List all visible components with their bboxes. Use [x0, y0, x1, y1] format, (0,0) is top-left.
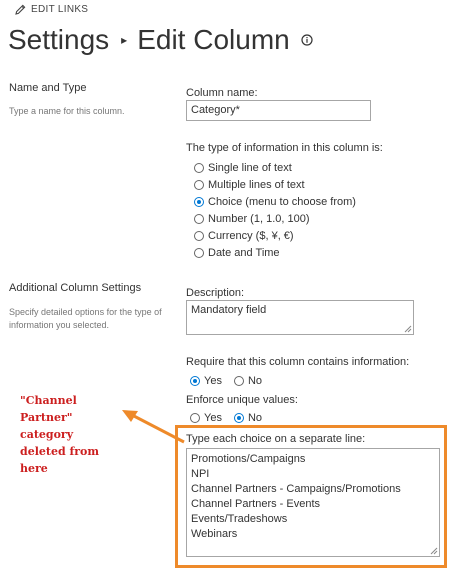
type-option-label: Date and Time [208, 246, 280, 259]
unique-yes-radio[interactable] [190, 413, 200, 423]
type-option-label: Multiple lines of text [208, 178, 305, 191]
breadcrumb-root[interactable]: Settings [8, 24, 109, 56]
resize-grip-icon[interactable] [404, 325, 412, 333]
require-no-radio[interactable] [233, 376, 244, 386]
pencil-icon [15, 4, 26, 15]
type-option-choice[interactable]: Choice (menu to choose from) [194, 193, 356, 210]
type-option-single-line[interactable]: Single line of text [194, 159, 356, 176]
edit-links-label: EDIT LINKS [31, 4, 89, 15]
annotation-line: deleted from [20, 445, 99, 458]
type-option-number[interactable]: Number (1, 1.0, 100) [194, 210, 356, 227]
type-radio-choice[interactable] [194, 196, 204, 207]
column-name-label: Column name: [186, 87, 258, 99]
edit-links-button[interactable]: EDIT LINKS [15, 4, 88, 15]
unique-yes-option[interactable]: Yes [190, 412, 222, 424]
unique-yes-label: Yes [204, 412, 222, 424]
additional-settings-desc-line1: Specify detailed options for the type of [9, 307, 162, 317]
type-radio-number[interactable] [194, 213, 204, 224]
annotation-highlight-box [175, 425, 447, 568]
type-option-multiple-lines[interactable]: Multiple lines of text [194, 176, 356, 193]
require-no-option[interactable]: No [233, 375, 263, 387]
require-options: Yes No [190, 375, 274, 387]
annotation-line: here [20, 462, 48, 475]
type-option-label: Choice (menu to choose from) [208, 195, 356, 208]
breadcrumb-current: Edit Column [137, 24, 290, 55]
name-and-type-title: Name and Type [9, 82, 87, 94]
name-and-type-desc: Type a name for this column. [9, 106, 125, 116]
column-name-input[interactable]: Category* [186, 100, 371, 121]
type-option-label: Currency ($, ¥, €) [208, 229, 294, 242]
annotation-line: Partner" [20, 411, 73, 424]
unique-no-radio[interactable] [233, 413, 244, 423]
column-type-label: The type of information in this column i… [186, 142, 383, 154]
additional-settings-title: Additional Column Settings [9, 282, 142, 294]
type-option-currency[interactable]: Currency ($, ¥, €) [194, 227, 356, 244]
description-value: Mandatory field [191, 304, 267, 316]
type-option-label: Single line of text [208, 161, 292, 174]
unique-no-label: No [247, 412, 263, 424]
page-title: Settings ▸ Edit Column [8, 24, 313, 56]
edit-column-page: EDIT LINKS Settings ▸ Edit Column Name a… [0, 0, 450, 571]
type-radio-single-line[interactable] [194, 162, 204, 173]
description-label: Description: [186, 287, 245, 299]
annotation-arrow-icon [122, 410, 185, 444]
unique-label: Enforce unique values: [186, 394, 298, 406]
annotation-text: "Channel Partner" category deleted from … [20, 392, 120, 477]
type-option-date-time[interactable]: Date and Time [194, 244, 356, 261]
require-yes-label: Yes [204, 375, 222, 387]
additional-settings-desc-line2: information you selected. [9, 320, 110, 330]
type-option-label: Number (1, 1.0, 100) [208, 212, 310, 225]
breadcrumb-separator-icon: ▸ [121, 33, 128, 47]
unique-options: Yes No [190, 412, 274, 424]
column-type-options: Single line of text Multiple lines of te… [194, 159, 356, 261]
require-label: Require that this column contains inform… [186, 356, 410, 368]
type-radio-multiple-lines[interactable] [194, 179, 204, 190]
require-no-label: No [247, 375, 263, 387]
annotation-line: category [20, 428, 74, 441]
type-radio-date-time[interactable] [194, 247, 204, 258]
annotation-line: "Channel [20, 394, 77, 407]
require-yes-option[interactable]: Yes [190, 375, 222, 387]
type-radio-currency[interactable] [194, 230, 204, 241]
description-textarea[interactable]: Mandatory field [186, 300, 414, 335]
require-yes-radio[interactable] [190, 376, 200, 386]
unique-no-option[interactable]: No [233, 412, 263, 424]
info-icon[interactable] [301, 34, 313, 46]
